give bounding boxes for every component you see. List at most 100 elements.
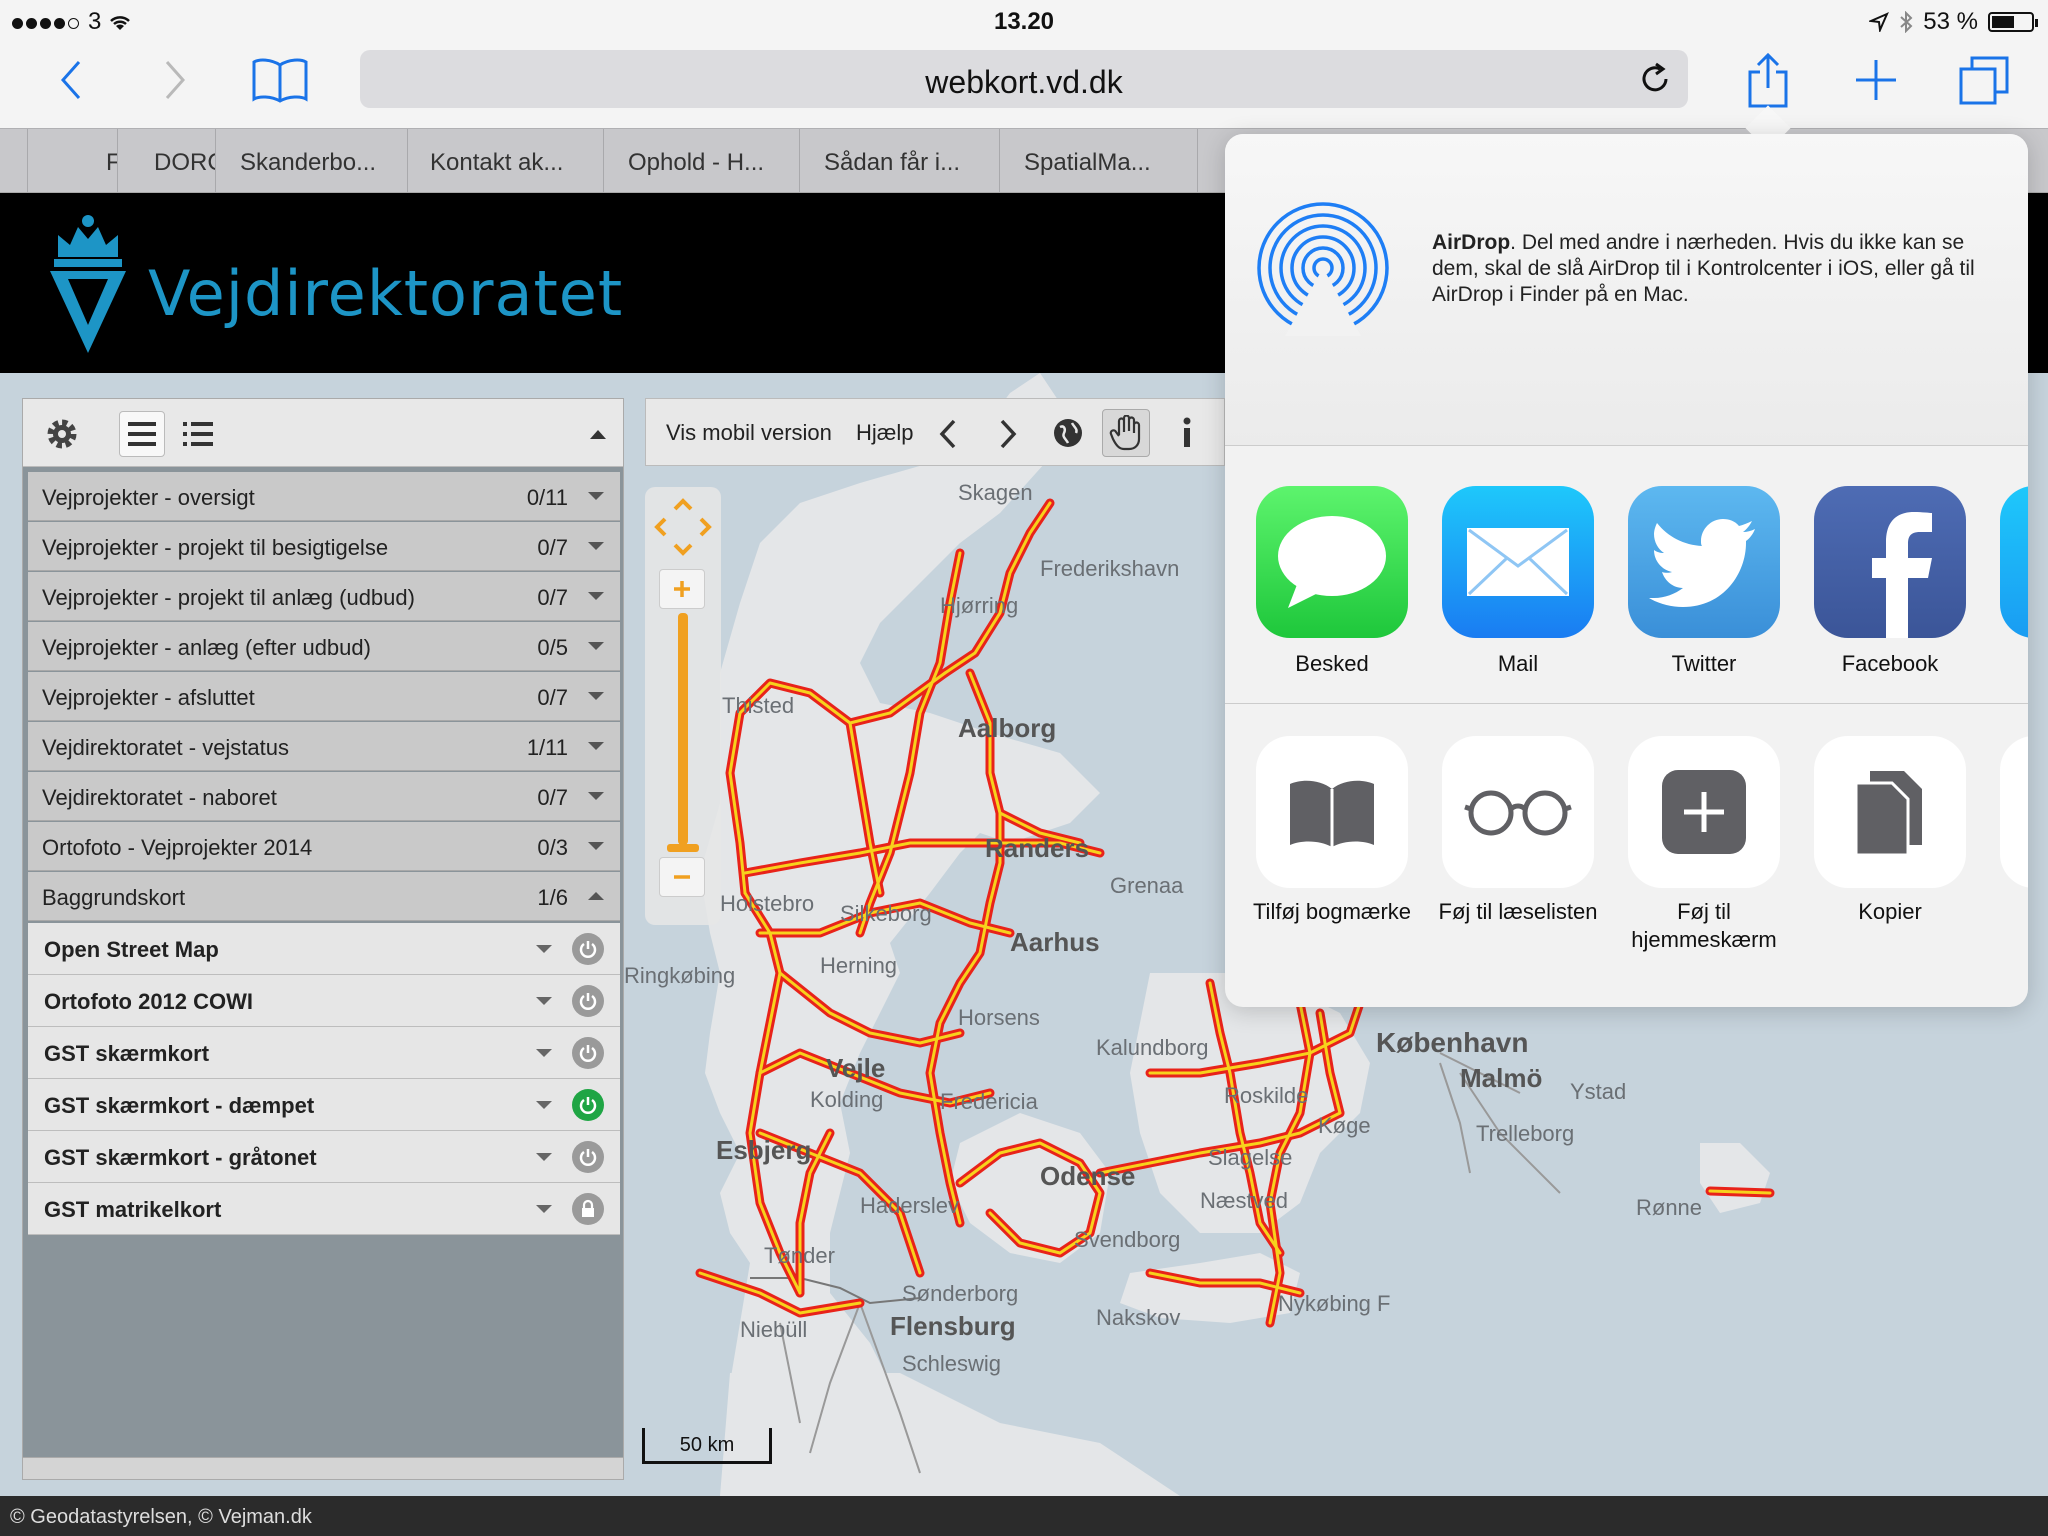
map-label-place: Thisted: [722, 693, 795, 718]
copyright-footer: © Geodatastyrelsen, © Vejman.dk: [0, 1496, 2048, 1536]
map-label-place: Kolding: [810, 1087, 884, 1112]
expand-icon[interactable]: [536, 1101, 552, 1109]
tabs-icon: [1959, 56, 2009, 105]
mail-app-button[interactable]: [1442, 486, 1594, 638]
power-toggle-icon[interactable]: [572, 1141, 604, 1173]
map-label-place: Odense: [1040, 1161, 1136, 1191]
expand-icon[interactable]: [536, 945, 552, 953]
tab-item[interactable]: Sådan får i...: [800, 129, 1000, 193]
map-label-place: Hjørring: [940, 593, 1019, 618]
layer-group-row[interactable]: Vejprojekter - afsluttet 0/7: [28, 672, 620, 721]
layer-group-label: Vejprojekter - projekt til besigtigelse: [42, 535, 389, 560]
layer-panel: Vejprojekter - oversigt 0/11 Vejprojekter…: [22, 398, 624, 1480]
expand-icon[interactable]: [536, 1049, 552, 1057]
layer-group-row[interactable]: Ortofoto - Vejprojekter 2014 0/3: [28, 822, 620, 871]
facebook-app-button[interactable]: [1814, 486, 1966, 638]
basemap-row[interactable]: GST skærmkort - dæmpet: [28, 1079, 620, 1131]
layer-group-row[interactable]: Baggrundskort 1/6: [28, 872, 620, 921]
basemap-row[interactable]: GST skærmkort - gråtonet: [28, 1131, 620, 1183]
copy-documents-icon: [1854, 771, 1922, 857]
copy-button[interactable]: [1814, 736, 1966, 888]
bookmarks-button[interactable]: [248, 40, 312, 120]
add-bookmark-button[interactable]: [1256, 736, 1408, 888]
forward-button[interactable]: [152, 40, 198, 120]
basemap-label: Open Street Map: [44, 937, 219, 962]
power-toggle-icon[interactable]: [572, 1037, 604, 1069]
tab-item[interactable]: Ophold - H...: [604, 129, 800, 193]
reload-icon[interactable]: [1638, 62, 1672, 96]
land-bornholm: [1700, 1143, 1770, 1213]
list-view-button[interactable]: [119, 411, 165, 457]
power-toggle-icon[interactable]: [572, 985, 604, 1017]
tab-item[interactable]: Skanderbo...: [216, 129, 408, 193]
layer-group-label: Baggrundskort: [42, 885, 186, 910]
power-toggle-on-icon[interactable]: [572, 1089, 604, 1121]
tab-item[interactable]: Kontakt ak...: [408, 129, 604, 193]
power-toggle-icon[interactable]: [572, 933, 604, 965]
layer-group-row[interactable]: Vejdirektoratet - vejstatus 1/11: [28, 722, 620, 771]
tab-label: SpatialMa...: [1024, 149, 1151, 176]
layer-group-row[interactable]: Vejdirektoratet - naboret 0/7: [28, 772, 620, 821]
layer-group-row[interactable]: Vejprojekter - projekt til besigtigelse 0…: [28, 522, 620, 571]
basemap-row[interactable]: GST matrikelkort: [28, 1183, 620, 1235]
detail-list-button[interactable]: [175, 411, 221, 457]
bluetooth-icon: [1900, 11, 1913, 33]
more-app-button[interactable]: [2000, 486, 2028, 638]
site-logo-text[interactable]: Vejdirektoratet: [148, 257, 623, 330]
expand-icon[interactable]: [536, 1153, 552, 1161]
zoom-in-button[interactable]: [659, 569, 705, 609]
more-action-button[interactable]: [2000, 736, 2028, 888]
mobile-version-link[interactable]: Vis mobil version: [666, 420, 832, 446]
help-link[interactable]: Hjælp: [856, 420, 913, 446]
pan-arrows-icon[interactable]: [653, 497, 713, 557]
address-bar[interactable]: webkort.vd.dk: [360, 50, 1688, 108]
map-label-place: København: [1376, 1027, 1529, 1058]
share-app-label: Facebook: [1841, 651, 1939, 676]
bulleted-list-icon: [183, 422, 213, 446]
map-forward-icon[interactable]: [998, 419, 1018, 449]
expand-icon: [588, 642, 604, 650]
tab-item[interactable]: [0, 129, 28, 193]
basemap-row[interactable]: GST skærmkort: [28, 1027, 620, 1079]
layer-group-row[interactable]: Vejprojekter - projekt til anlæg (udbud)…: [28, 572, 620, 621]
twitter-app-button[interactable]: [1628, 486, 1780, 638]
info-icon[interactable]: [1180, 417, 1194, 449]
expand-icon[interactable]: [536, 1205, 552, 1213]
expand-icon[interactable]: [536, 997, 552, 1005]
tab-item[interactable]: F: [28, 129, 118, 193]
add-to-home-screen-button[interactable]: [1628, 736, 1780, 888]
zoom-out-button[interactable]: [659, 857, 705, 897]
map-label-place: Vejle: [826, 1053, 886, 1083]
globe-icon[interactable]: [1052, 417, 1084, 449]
zoom-slider-handle[interactable]: [667, 844, 699, 852]
basemap-row[interactable]: Open Street Map: [28, 923, 620, 975]
map-label-place: Ystad: [1570, 1079, 1627, 1104]
status-bar: 3 13.20 53 %: [0, 0, 2048, 40]
layer-group-count: 0/5: [537, 635, 568, 660]
messages-app-button[interactable]: [1256, 486, 1408, 638]
basemap-row[interactable]: Ortofoto 2012 COWI: [28, 975, 620, 1027]
map-back-icon[interactable]: [938, 419, 958, 449]
plus-icon: [674, 581, 690, 597]
pan-tool-button[interactable]: [1102, 409, 1150, 457]
layer-group-row[interactable]: Vejprojekter - anlæg (efter udbud) 0/5: [28, 622, 620, 671]
airdrop-section[interactable]: AirDrop. Del med andre i nærheden. Hvis …: [1225, 134, 2028, 446]
settings-button[interactable]: [39, 411, 85, 457]
location-arrow-icon: [1869, 12, 1890, 32]
share-action-label: Kopier: [1858, 899, 1922, 924]
collapse-panel-button[interactable]: [575, 411, 621, 457]
tab-item[interactable]: DORC: [118, 129, 216, 193]
layer-group-row[interactable]: Vejprojekter - oversigt 0/11: [28, 472, 620, 521]
zoom-slider-track[interactable]: [678, 613, 688, 845]
reading-list-button[interactable]: [1442, 736, 1594, 888]
lock-icon[interactable]: [572, 1193, 604, 1225]
new-tab-button[interactable]: [1852, 40, 1900, 120]
layer-group-count: 0/7: [537, 535, 568, 560]
tab-item[interactable]: SpatialMa...: [1000, 129, 1198, 193]
share-actions-row: Tilføj bogmærke Føj til læselisten Føj t…: [1225, 704, 2028, 1007]
status-time: 13.20: [993, 8, 1055, 35]
book-icon: [252, 58, 308, 103]
scale-bar: 50 km: [642, 1428, 772, 1464]
tabs-overview-button[interactable]: [1958, 40, 2010, 120]
back-button[interactable]: [48, 40, 94, 120]
